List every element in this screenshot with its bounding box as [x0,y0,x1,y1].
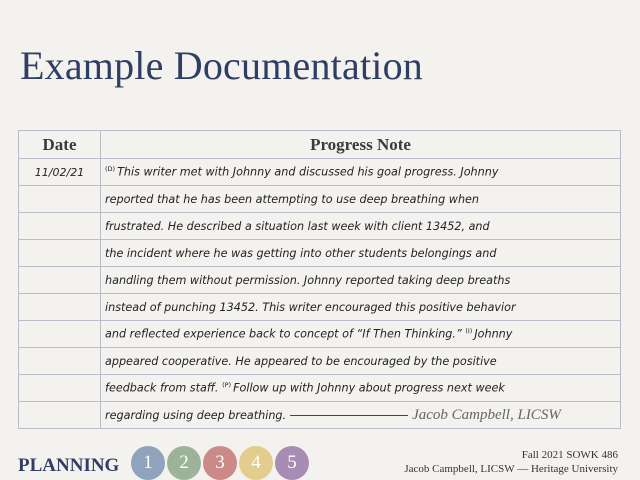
step-number: 4 [251,452,261,473]
step-number: 1 [143,452,153,473]
step-number: 2 [179,452,189,473]
note-line: frustrated. He described a situation las… [105,219,490,233]
note-line-continuation: Follow up with Johnny about progress nex… [233,381,505,395]
note-line: reported that he has been attempting to … [105,192,480,206]
table-row: regarding using deep breathing. Jacob Cam… [18,401,621,429]
note-line: appeared cooperative. He appeared to be … [105,354,497,368]
note-column-header: Progress Note [100,130,621,159]
step-circle-3[interactable]: 3 [203,446,237,480]
note-line: handling them without permission. Johnny… [105,273,511,287]
date-cell [18,293,101,321]
note-cell: instead of punching 13452. This writer e… [100,293,621,321]
planning-label: PLANNING [18,455,120,476]
date-cell: 11/02/21 [18,158,101,186]
author-label: Jacob Campbell, LICSW — Heritage Univers… [404,463,618,475]
table-row: the incident where he was getting into o… [18,239,621,267]
note-cell: appeared cooperative. He appeared to be … [100,347,621,375]
note-cell: (D) This writer met with Johnny and discu… [100,158,621,186]
table-row: appeared cooperative. He appeared to be … [18,347,621,375]
note-cell: regarding using deep breathing. Jacob Cam… [100,401,621,429]
table-row: feedback from staff. (P) Follow up with J… [18,374,621,402]
step-circle-1[interactable]: 1 [131,446,165,480]
note-line: and reflected experience back to concept… [105,327,462,341]
note-line: instead of punching 13452. This writer e… [105,300,516,314]
date-cell [18,185,101,213]
intervention-section-marker: (I) [465,327,473,336]
date-cell [18,320,101,348]
step-number: 3 [215,452,225,473]
note-line: regarding using deep breathing. [105,408,287,422]
note-cell: handling them without permission. Johnny… [100,266,621,294]
table-row: 11/02/21 (D) This writer met with Johnny … [18,158,621,186]
table-header-row: Date Progress Note [18,130,621,159]
date-cell [18,347,101,375]
note-cell: frustrated. He described a situation las… [100,212,621,240]
table-row: and reflected experience back to concept… [18,320,621,348]
plan-section-marker: (P) [222,381,232,390]
slide-title: Example Documentation [20,43,423,88]
date-cell [18,374,101,402]
signature-line [290,415,409,416]
note-line: This writer met with Johnny and discusse… [117,165,499,179]
note-cell: feedback from staff. (P) Follow up with J… [100,374,621,402]
date-column-header: Date [18,130,101,159]
note-cell: and reflected experience back to concept… [100,320,621,348]
note-line-continuation: Johnny [474,327,513,341]
progress-note-table: Date Progress Note 11/02/21 (D) This writ… [18,130,621,429]
date-cell [18,212,101,240]
step-number: 5 [287,452,297,473]
note-cell: reported that he has been attempting to … [100,185,621,213]
data-section-marker: (D) [105,165,116,174]
note-line: feedback from staff. [105,381,219,395]
step-circle-2[interactable]: 2 [167,446,201,480]
step-circle-4[interactable]: 4 [239,446,273,480]
signature: Jacob Campbell, LICSW [412,406,561,423]
course-label: Fall 2021 SOWK 486 [521,449,618,461]
note-cell: the incident where he was getting into o… [100,239,621,267]
table-row: handling them without permission. Johnny… [18,266,621,294]
date-cell [18,266,101,294]
note-line: the incident where he was getting into o… [105,246,497,260]
table-row: instead of punching 13452. This writer e… [18,293,621,321]
step-circle-5[interactable]: 5 [275,446,309,480]
table-row: reported that he has been attempting to … [18,185,621,213]
date-cell [18,239,101,267]
table-row: frustrated. He described a situation las… [18,212,621,240]
date-cell [18,401,101,429]
